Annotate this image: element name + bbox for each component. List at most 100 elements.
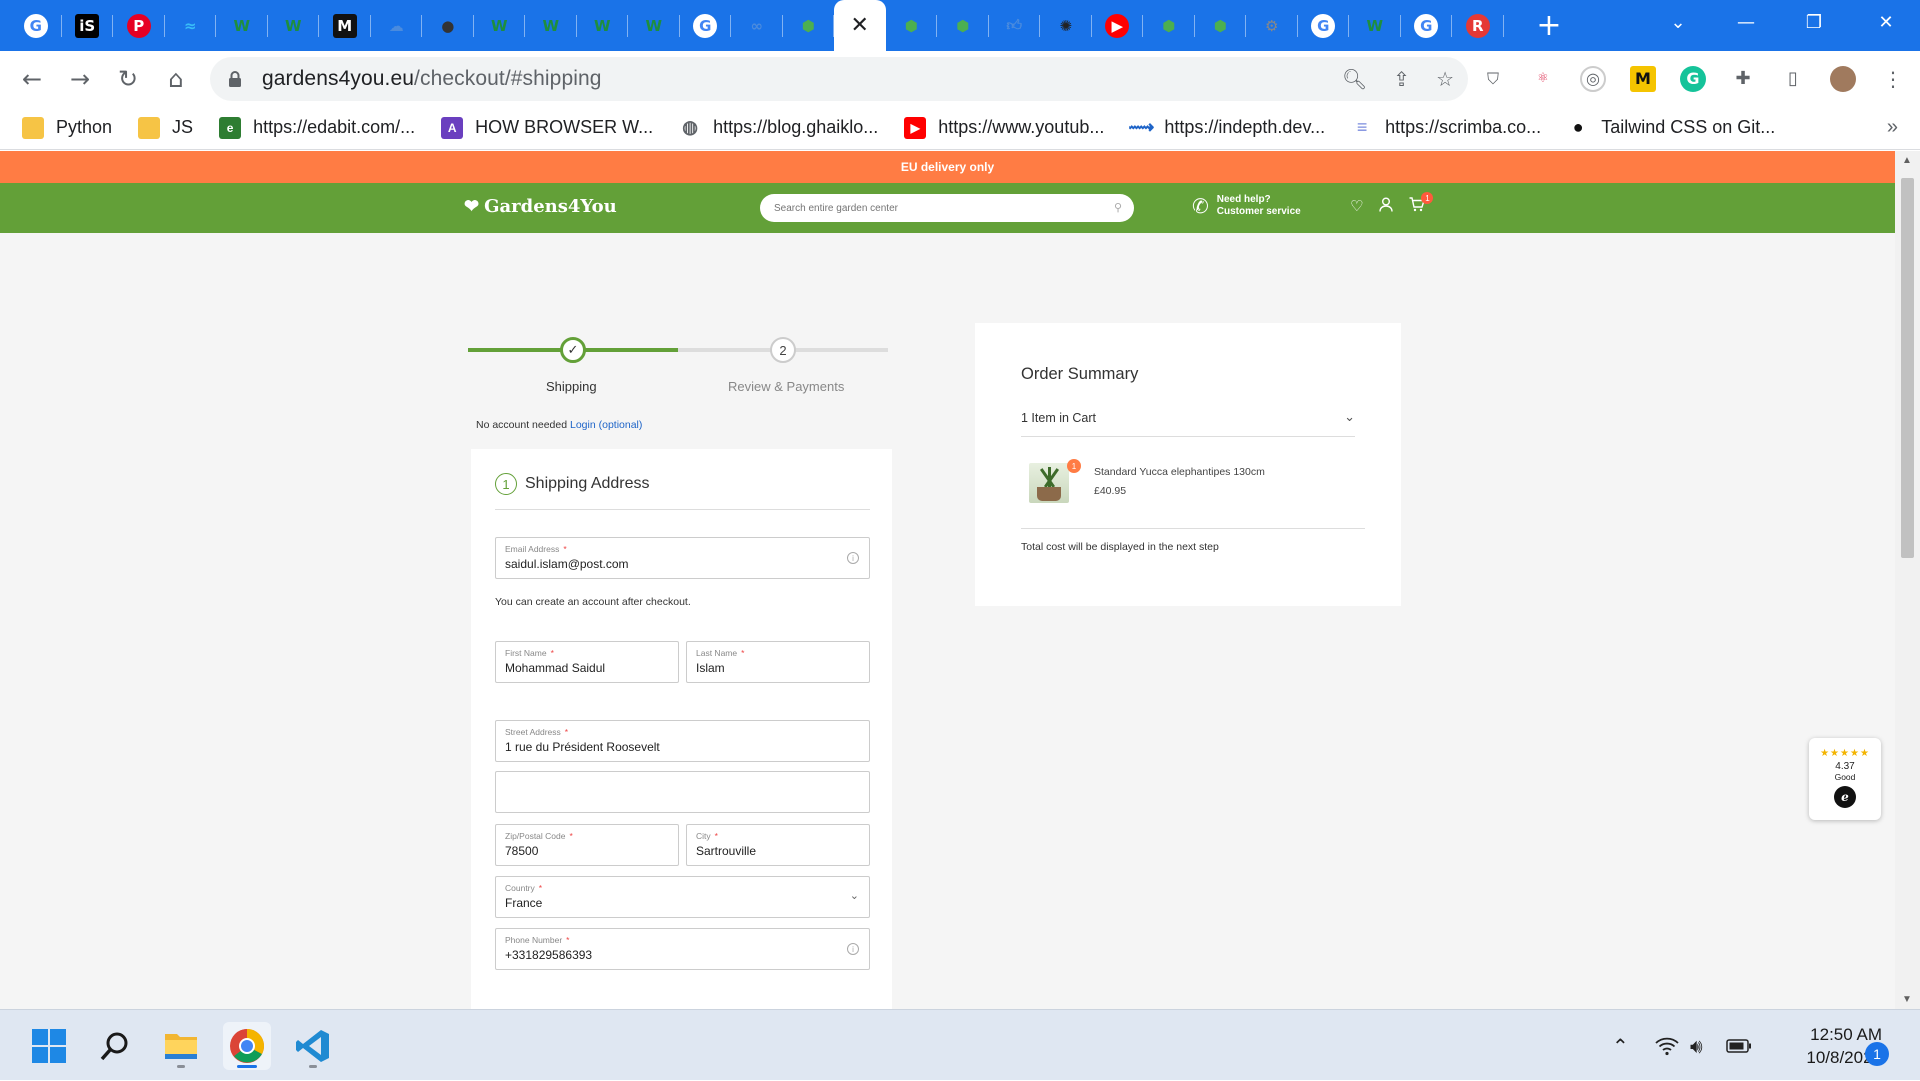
browser-tab-5[interactable]: W — [268, 0, 320, 51]
browser-tab-16[interactable]: ✕ — [834, 0, 886, 51]
street-address-line-2-field[interactable] — [495, 771, 870, 813]
address-bar[interactable]: gardens4you.eu/checkout/#shipping 🔍︎ ⇪ ☆ — [210, 57, 1468, 101]
target-extension-icon[interactable]: ◎ — [1580, 65, 1606, 92]
browser-tab-12[interactable]: W — [628, 0, 680, 51]
profile-avatar[interactable] — [1830, 65, 1856, 92]
zoom-icon[interactable]: 🔍︎ — [1342, 67, 1367, 91]
phone-field[interactable]: Phone Number * +331829586393 i — [495, 928, 870, 970]
battery-icon[interactable] — [1726, 1010, 1752, 1081]
browser-tab-24[interactable]: ⚙ — [1246, 0, 1298, 51]
bookmark-item[interactable]: JS — [138, 116, 193, 139]
minimize-button[interactable]: — — [1712, 0, 1780, 44]
country-value[interactable]: France — [505, 896, 542, 910]
email-field[interactable]: Email Address * saidul.islam@post.com i — [495, 537, 870, 579]
login-link[interactable]: Login (optional) — [570, 419, 642, 431]
browser-tab-17[interactable]: ⬢ — [886, 0, 938, 51]
scroll-up-arrow-icon[interactable]: ▲ — [1902, 155, 1912, 166]
chevron-down-icon[interactable]: ⌄ — [1344, 409, 1355, 425]
scroll-down-arrow-icon[interactable]: ▼ — [1902, 994, 1912, 1005]
zip-field[interactable]: Zip/Postal Code * 78500 — [495, 824, 679, 866]
chevron-down-icon[interactable]: ⌄ — [850, 889, 859, 902]
page-scrollbar[interactable]: ▲ ▼ — [1895, 151, 1920, 1009]
bookmark-item[interactable]: ● Tailwind CSS on Git... — [1567, 117, 1776, 139]
wishlist-heart-icon[interactable]: ♡ — [1350, 197, 1363, 216]
city-value[interactable]: Sartrouville — [696, 844, 756, 858]
browser-tab-20[interactable]: ✺ — [1040, 0, 1092, 51]
forward-button[interactable]: → — [56, 55, 104, 103]
last-name-field[interactable]: Last Name * Islam — [686, 641, 870, 683]
info-icon[interactable]: i — [847, 943, 859, 955]
first-name-value[interactable]: Mohammad Saidul — [505, 661, 605, 675]
zip-value[interactable]: 78500 — [505, 844, 538, 858]
country-select[interactable]: Country * France ⌄ — [495, 876, 870, 918]
home-button[interactable]: ⌂ — [152, 55, 200, 103]
city-field[interactable]: City * Sartrouville — [686, 824, 870, 866]
vscode-taskbar-button[interactable] — [289, 1022, 337, 1070]
chrome-taskbar-button[interactable] — [223, 1022, 271, 1070]
browser-tab-28[interactable]: R — [1452, 0, 1504, 51]
browser-tab-11[interactable]: W — [577, 0, 629, 51]
menu-kebab-icon[interactable]: ⋮ — [1880, 66, 1906, 92]
phone-value[interactable]: +331829586393 — [505, 948, 592, 962]
wifi-icon[interactable] — [1655, 1010, 1679, 1081]
share-icon[interactable]: ⇪ — [1393, 67, 1410, 91]
browser-tab-9[interactable]: W — [474, 0, 526, 51]
cart-icon[interactable]: 1 — [1409, 192, 1434, 216]
search-icon[interactable]: ⚲ — [1114, 201, 1122, 214]
taskbar-search-button[interactable] — [91, 1022, 139, 1070]
first-name-field[interactable]: First Name * Mohammad Saidul — [495, 641, 679, 683]
puzzle-extensions-icon[interactable]: ✚ — [1730, 66, 1756, 92]
restore-button[interactable]: ❐ — [1780, 0, 1848, 44]
browser-tab-19[interactable]: 👍︎ — [989, 0, 1041, 51]
notification-badge[interactable]: 1 — [1865, 1042, 1889, 1066]
m-extension-icon[interactable]: M — [1630, 65, 1656, 92]
site-search[interactable]: ⚲ — [760, 194, 1134, 222]
scroll-thumb[interactable] — [1901, 178, 1914, 558]
shield-extension-icon[interactable]: ⛉ — [1480, 66, 1506, 92]
bookmark-item[interactable]: Python — [22, 116, 112, 139]
bookmark-star-icon[interactable]: ☆ — [1436, 67, 1454, 91]
browser-tab-4[interactable]: W — [216, 0, 268, 51]
browser-tab-6[interactable]: M — [319, 0, 371, 51]
browser-tab-10[interactable]: W — [525, 0, 577, 51]
bookmark-item[interactable]: A HOW BROWSER W... — [441, 116, 653, 139]
tab-search-chevron-icon[interactable]: ⌄ — [1644, 0, 1712, 44]
bookmark-item[interactable]: ⟿ https://indepth.dev... — [1128, 117, 1325, 139]
grammarly-extension-icon[interactable]: G — [1680, 65, 1706, 92]
side-panel-icon[interactable]: ▯ — [1780, 66, 1806, 92]
browser-tab-0[interactable]: G — [10, 0, 62, 51]
browser-tab-7[interactable]: ☁ — [371, 0, 423, 51]
volume-icon[interactable]: 🔊︎ — [1690, 1010, 1703, 1081]
step-shipping-label[interactable]: Shipping — [546, 379, 597, 394]
browser-tab-21[interactable]: ▶ — [1092, 0, 1144, 51]
browser-tab-23[interactable]: ⬢ — [1195, 0, 1247, 51]
browser-tab-25[interactable]: G — [1298, 0, 1350, 51]
close-icon[interactable]: ✕ — [851, 13, 869, 38]
bookmark-item[interactable]: ≡ https://scrimba.co... — [1351, 117, 1541, 139]
system-clock[interactable]: 12:50 AM 10/8/2022 — [1762, 1023, 1882, 1069]
browser-tab-26[interactable]: W — [1349, 0, 1401, 51]
browser-tab-2[interactable]: P — [113, 0, 165, 51]
bookmark-item[interactable]: ◍ https://blog.ghaiklo... — [679, 117, 878, 139]
windows-start-button[interactable] — [25, 1022, 73, 1070]
bookmark-item[interactable]: ▶ https://www.youtub... — [904, 116, 1104, 139]
search-input[interactable] — [774, 202, 1094, 214]
react-devtools-extension-icon[interactable]: ⚛ — [1530, 66, 1556, 92]
bookmark-item[interactable]: e https://edabit.com/... — [219, 116, 415, 139]
browser-tab-27[interactable]: G — [1401, 0, 1453, 51]
email-value[interactable]: saidul.islam@post.com — [505, 557, 629, 571]
site-logo[interactable]: ❤ Gardens4You — [464, 196, 617, 217]
browser-tab-15[interactable]: ⬢ — [783, 0, 835, 51]
back-button[interactable]: ← — [8, 55, 56, 103]
customer-service-link[interactable]: ✆ Need help? Customer service — [1192, 194, 1301, 218]
cart-items-toggle[interactable]: 1 Item in Cart — [1021, 411, 1096, 425]
browser-tab-3[interactable]: ≈ — [165, 0, 217, 51]
browser-tab-8[interactable]: ● — [422, 0, 474, 51]
show-hidden-icons-chevron-icon[interactable]: ⌃ — [1612, 1010, 1629, 1081]
browser-tab-13[interactable]: G — [680, 0, 732, 51]
info-icon[interactable]: i — [847, 552, 859, 564]
bookmarks-overflow-icon[interactable]: » — [1887, 116, 1898, 139]
browser-tab-14[interactable]: ∞ — [731, 0, 783, 51]
reload-button[interactable]: ↻ — [104, 55, 152, 103]
window-close-button[interactable]: ✕ — [1852, 0, 1920, 44]
